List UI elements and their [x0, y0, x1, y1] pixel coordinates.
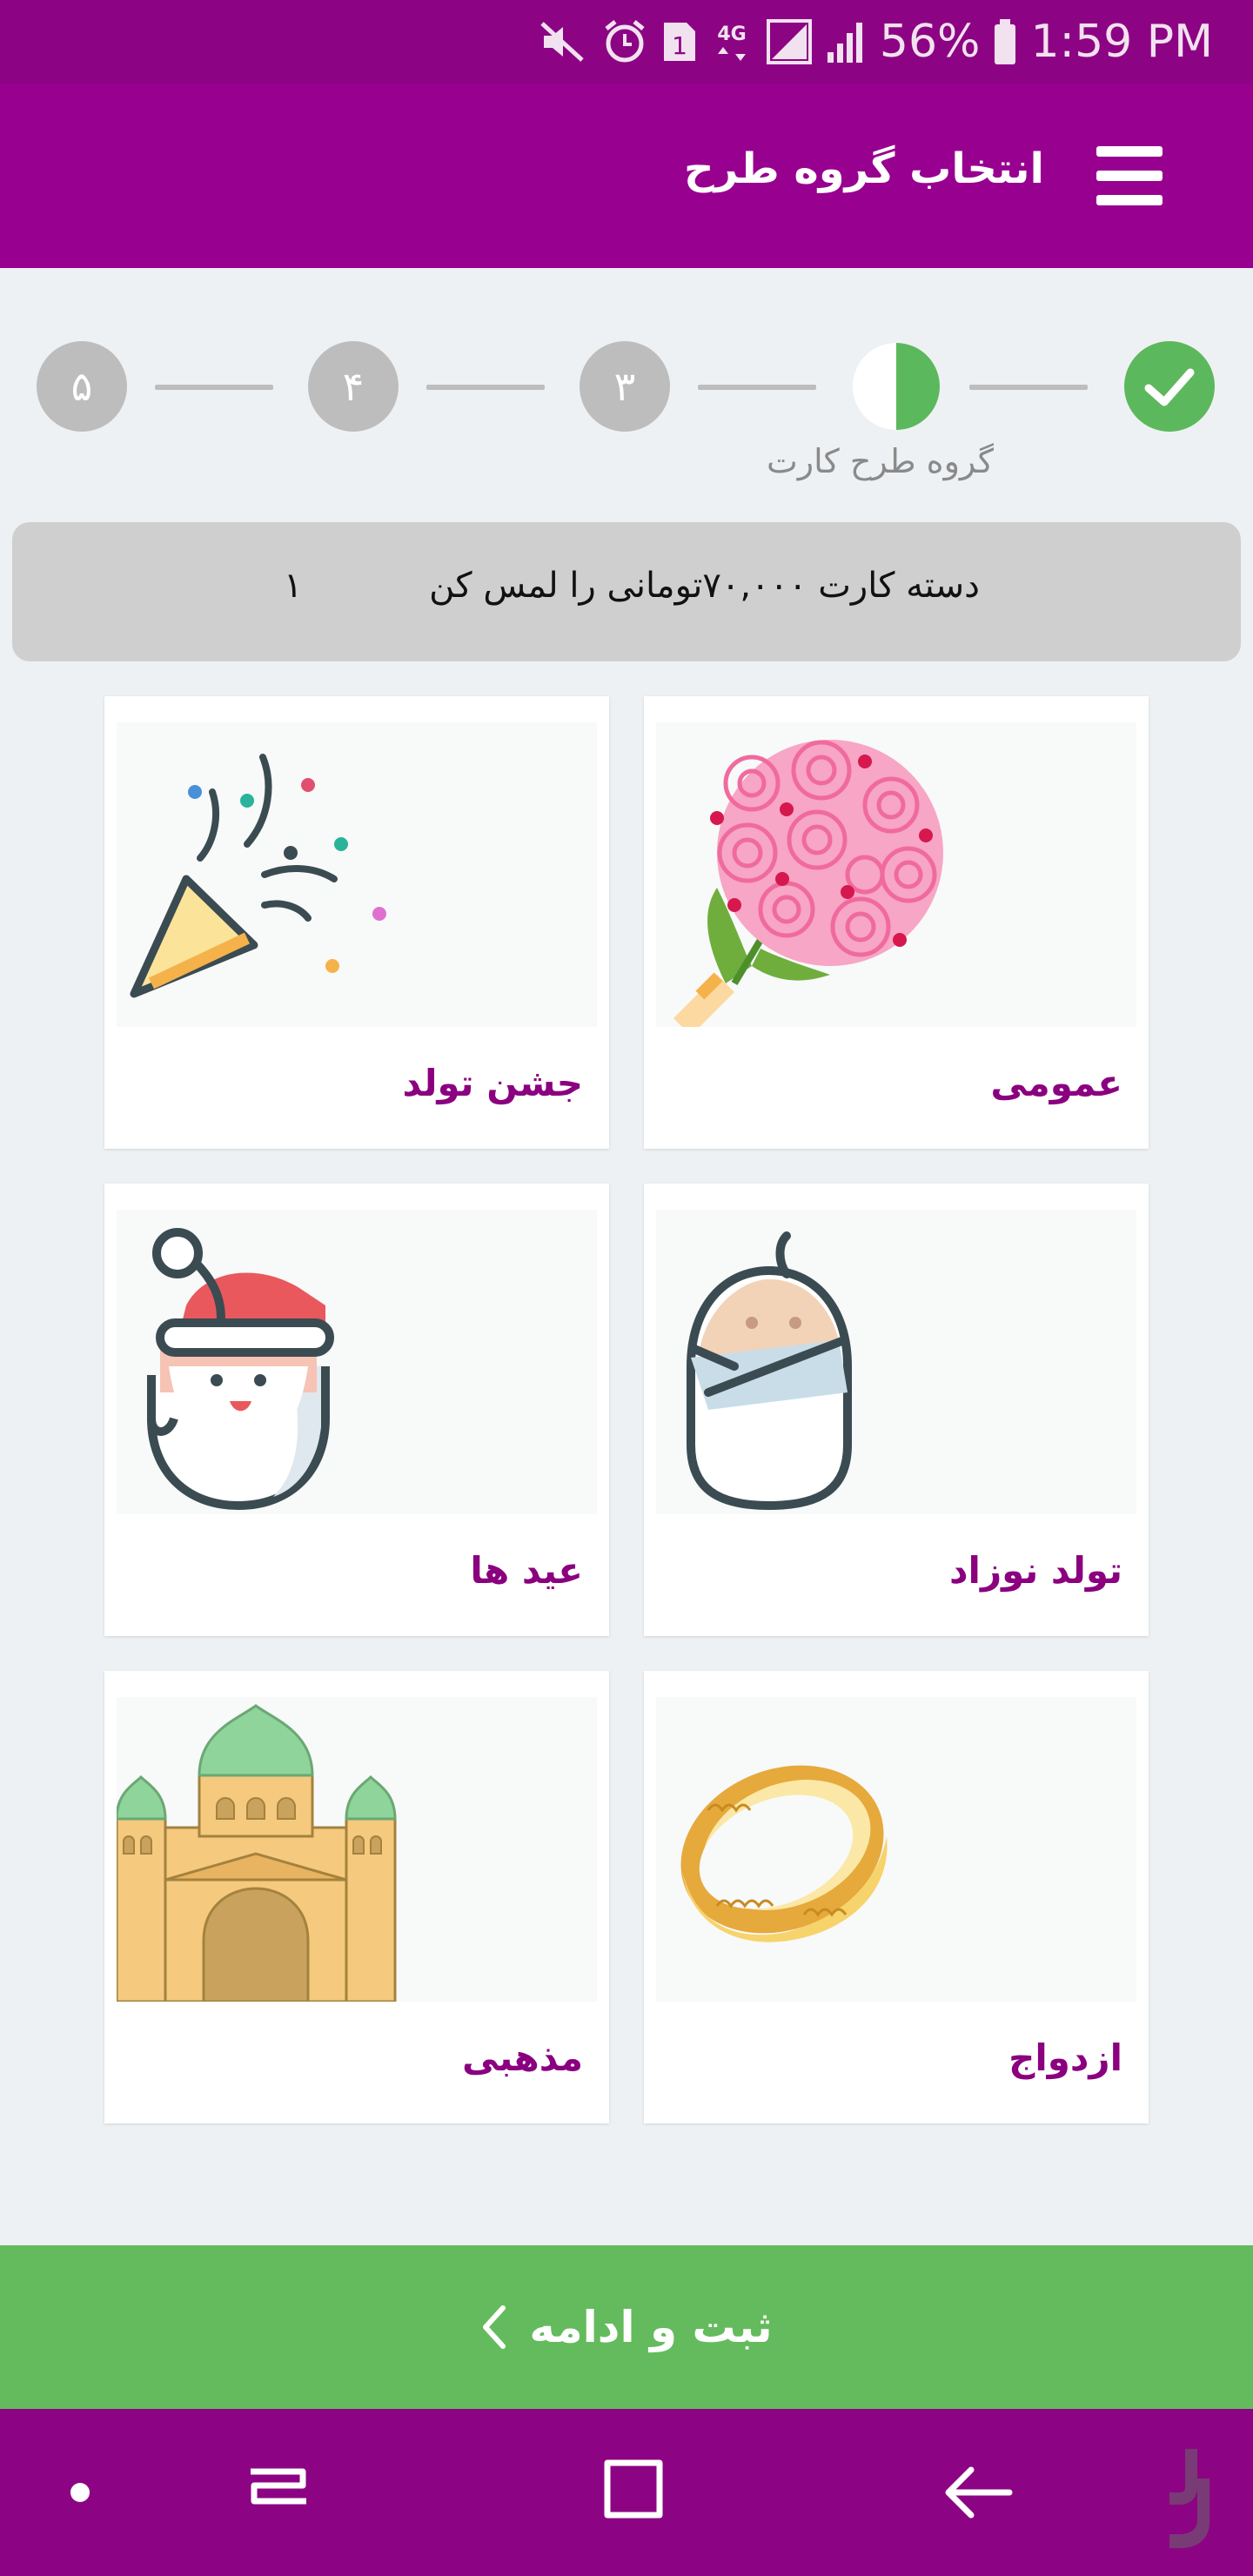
svg-text:4G: 4G [717, 23, 746, 45]
card-image [656, 722, 1136, 1027]
home-square-icon [604, 2459, 663, 2519]
category-card-birthday[interactable]: جشن تولد [104, 696, 609, 1149]
santa-icon [147, 1228, 334, 1511]
info-banner: دسته کارت ۷۰,۰۰۰تومانی را لمس کن ۱ [12, 522, 1241, 661]
progress-stepper: ۵ ۴ ۳ گروه طرح کارت [0, 331, 1253, 505]
chevron-left-icon [483, 2305, 506, 2349]
card-image [117, 1210, 597, 1514]
category-label: عید ها [470, 1549, 583, 1592]
mute-icon [540, 22, 584, 62]
hamburger-menu-icon [1096, 146, 1163, 157]
battery-percent: 56% [879, 16, 981, 68]
step-number: ۴ [342, 363, 365, 410]
category-label: ازدواج [1008, 2036, 1122, 2079]
page-title: انتخاب گروه طرح [684, 144, 1044, 193]
swaddled-baby-icon [687, 1231, 852, 1511]
battery-icon [995, 19, 1016, 64]
back-arrow-icon [945, 2466, 1013, 2519]
category-label: مذهبی [461, 2036, 583, 2079]
half-progress-icon [853, 343, 940, 430]
recent-apps-icon [251, 2468, 306, 2505]
dot-icon [70, 2483, 90, 2502]
submit-continue-button[interactable]: ثبت و ادامه [0, 2245, 1253, 2409]
system-nav-bar [0, 2409, 1253, 2576]
card-image [656, 1210, 1136, 1514]
checkmark-icon [1144, 368, 1195, 406]
hamburger-menu-icon-bar [1096, 171, 1163, 181]
home-button[interactable] [588, 2451, 672, 2534]
step-3: ۳ [580, 341, 670, 432]
svg-text:1: 1 [672, 31, 687, 60]
category-card-holidays[interactable]: عید ها [104, 1184, 609, 1636]
signal-icon [766, 19, 812, 64]
hamburger-menu-icon-bar [1096, 195, 1163, 205]
step-number: ۵ [70, 363, 93, 410]
category-card-wedding[interactable]: ازدواج [644, 1671, 1149, 2123]
party-popper-icon [130, 754, 386, 998]
step-connector [426, 385, 545, 390]
signal-icon [827, 23, 862, 63]
alarm-icon [605, 20, 645, 63]
category-card-religious[interactable]: مذهبی [104, 1671, 609, 2123]
step-4: ۴ [308, 341, 399, 432]
step-5: ۵ [37, 341, 127, 432]
network-4g-icon: 4G [717, 23, 747, 61]
status-icons: 1 4G 56% 1:59 PM [537, 10, 1213, 73]
sim-icon: 1 [663, 23, 695, 61]
continue-label: ثبت و ادامه [529, 2302, 773, 2352]
card-image [117, 722, 597, 1027]
wedding-ring-icon [680, 1765, 888, 1942]
menu-button[interactable] [1096, 146, 1163, 205]
card-image [656, 1697, 1136, 2002]
mosque-icon [117, 1704, 397, 2002]
back-button[interactable] [936, 2451, 1020, 2534]
watermark-logo [1163, 2444, 1232, 2566]
banner-count: ۱ [284, 566, 303, 606]
category-card-newborn[interactable]: تولد نوزاد [644, 1184, 1149, 1636]
step-2-current [851, 341, 941, 432]
app-bar: انتخاب گروه طرح [0, 84, 1253, 268]
card-image [117, 1697, 597, 2002]
clock: 1:59 PM [1030, 16, 1213, 68]
recent-apps-button[interactable] [237, 2451, 320, 2534]
category-card-general[interactable]: عمومی [644, 696, 1149, 1149]
step-1-done [1124, 341, 1215, 432]
step-number: ۳ [613, 363, 636, 410]
category-label: تولد نوزاد [949, 1549, 1122, 1592]
bouquet-icon [673, 740, 943, 1027]
current-step-label: گروه طرح کارت [766, 442, 994, 480]
step-connector [698, 385, 816, 390]
status-bar: 1 4G 56% 1:59 PM [0, 0, 1253, 84]
category-label: جشن تولد [402, 1062, 583, 1104]
banner-text: دسته کارت ۷۰,۰۰۰تومانی را لمس کن [429, 566, 980, 606]
app-store-logo-icon [1169, 2449, 1209, 2548]
step-connector [155, 385, 273, 390]
step-connector [969, 385, 1088, 390]
category-label: عمومی [990, 1062, 1122, 1104]
nav-dot-button[interactable] [38, 2451, 122, 2534]
